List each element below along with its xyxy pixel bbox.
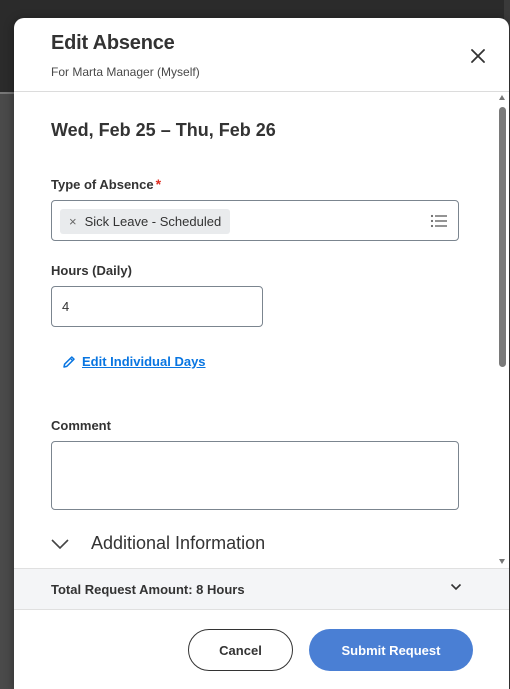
required-mark: * — [155, 176, 162, 192]
cancel-button[interactable]: Cancel — [188, 629, 293, 671]
list-icon[interactable] — [430, 213, 448, 229]
dialog-title: Edit Absence — [51, 32, 175, 54]
hours-daily-label: Hours (Daily) — [51, 263, 132, 278]
total-request-amount: Total Request Amount: 8 Hours — [51, 582, 245, 597]
absence-type-select[interactable]: × Sick Leave - Scheduled — [51, 200, 459, 241]
dialog-header: Edit Absence For Marta Manager (Myself) — [14, 18, 509, 92]
close-button[interactable] — [465, 43, 491, 69]
edit-individual-days-text: Edit Individual Days — [82, 354, 206, 369]
expand-summary-icon — [450, 583, 462, 591]
date-range-heading: Wed, Feb 25 – Thu, Feb 26 — [51, 120, 276, 140]
total-request-summary[interactable]: Total Request Amount: 8 Hours — [14, 568, 509, 610]
absence-type-label-text: Type of Absence — [51, 177, 154, 192]
chevron-down-icon — [51, 538, 69, 549]
backdrop-divider — [0, 92, 14, 94]
edit-individual-days-link[interactable]: Edit Individual Days — [62, 354, 206, 369]
scroll-up-arrow-icon[interactable] — [499, 95, 505, 100]
close-icon — [471, 49, 485, 63]
submit-request-button[interactable]: Submit Request — [309, 629, 473, 671]
content-scrollbar[interactable] — [496, 93, 509, 568]
comment-label: Comment — [51, 418, 111, 433]
dialog-body: Wed, Feb 25 – Thu, Feb 26 Type of Absenc… — [14, 93, 496, 568]
scroll-down-arrow-icon[interactable] — [499, 559, 505, 564]
additional-information-label: Additional Information — [91, 533, 266, 553]
selected-absence-value: Sick Leave - Scheduled — [84, 214, 222, 229]
selected-absence-pill: × Sick Leave - Scheduled — [60, 209, 231, 234]
scroll-thumb[interactable] — [499, 107, 506, 367]
hours-daily-input[interactable]: 4 — [51, 286, 263, 327]
absence-type-label: Type of Absence * — [51, 176, 161, 192]
remove-selection-icon[interactable]: × — [69, 214, 77, 229]
pencil-icon — [63, 355, 75, 368]
dialog-subtitle: For Marta Manager (Myself) — [51, 65, 200, 79]
comment-textarea[interactable] — [51, 441, 459, 510]
additional-information-toggle[interactable]: Additional Information — [51, 533, 265, 554]
dialog-footer: Cancel Submit Request — [14, 610, 509, 689]
edit-absence-dialog: Edit Absence For Marta Manager (Myself) … — [14, 18, 509, 689]
